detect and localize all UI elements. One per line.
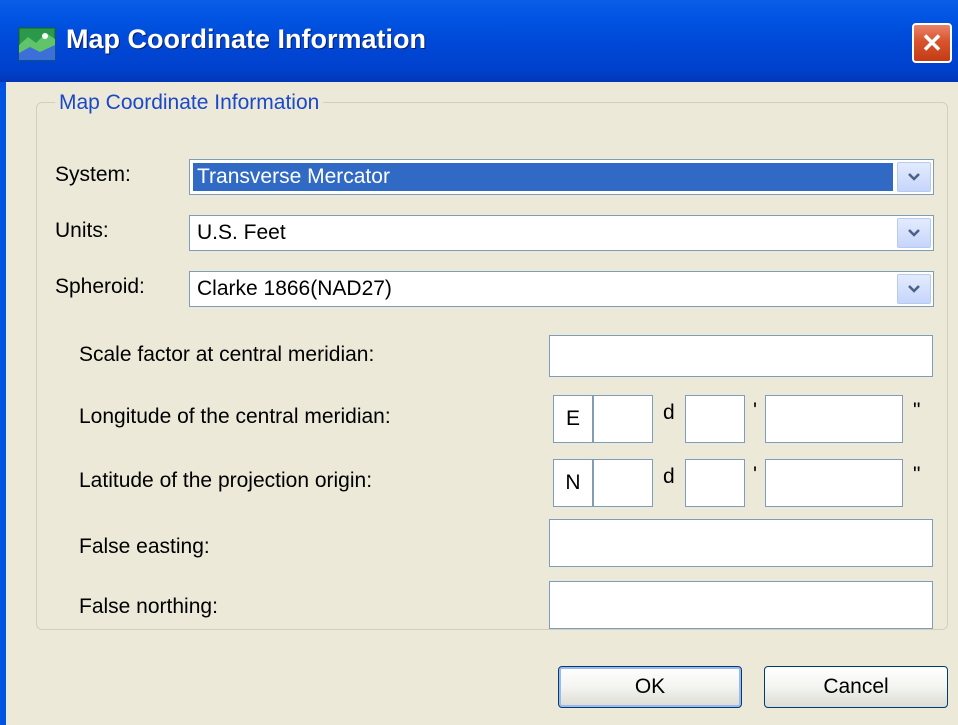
- units-label: Units:: [55, 219, 109, 242]
- close-icon: ✕: [921, 27, 943, 58]
- map-coordinate-group: Map Coordinate Information System: Trans…: [36, 91, 948, 630]
- group-legend: Map Coordinate Information: [55, 91, 324, 115]
- spheroid-label: Spheroid:: [55, 275, 145, 298]
- false-easting-label: False easting:: [79, 535, 210, 558]
- false-easting-input[interactable]: [549, 519, 933, 567]
- longitude-seconds-unit: ": [913, 399, 921, 422]
- window-title: Map Coordinate Information: [66, 24, 426, 54]
- longitude-degrees-unit: d: [663, 401, 675, 424]
- ok-button[interactable]: OK: [558, 666, 742, 708]
- title-bar[interactable]: Map Coordinate Information ✕: [0, 0, 958, 82]
- chevron-down-icon: [908, 285, 920, 293]
- longitude-minutes-unit: ': [753, 399, 758, 422]
- latitude-minutes-input[interactable]: [685, 459, 745, 507]
- window-border-left: [0, 82, 6, 725]
- system-value: Transverse Mercator: [193, 163, 893, 191]
- units-dropdown[interactable]: U.S. Feet: [189, 215, 934, 251]
- latitude-seconds-input[interactable]: [765, 459, 903, 507]
- longitude-degrees-input[interactable]: [593, 395, 653, 443]
- scale-factor-label: Scale factor at central meridian:: [79, 343, 375, 366]
- latitude-hemisphere[interactable]: N: [553, 459, 593, 507]
- latitude-degrees-input[interactable]: [593, 459, 653, 507]
- longitude-minutes-input[interactable]: [685, 395, 745, 443]
- cancel-button[interactable]: Cancel: [764, 666, 948, 708]
- longitude-seconds-input[interactable]: [765, 395, 903, 443]
- latitude-seconds-unit: ": [913, 463, 921, 486]
- false-northing-input[interactable]: [549, 581, 933, 629]
- chevron-down-icon: [908, 229, 920, 237]
- close-button[interactable]: ✕: [912, 23, 952, 63]
- false-northing-label: False northing:: [79, 595, 218, 618]
- dialog-body: Map Coordinate Information System: Trans…: [8, 82, 958, 725]
- system-label: System:: [55, 163, 131, 186]
- spheroid-value: Clarke 1866(NAD27): [197, 277, 392, 300]
- chevron-down-icon: [908, 173, 920, 181]
- units-dropdown-button[interactable]: [897, 218, 931, 248]
- latitude-label: Latitude of the projection origin:: [79, 469, 373, 492]
- units-value: U.S. Feet: [197, 221, 286, 244]
- latitude-minutes-unit: ': [753, 463, 758, 486]
- spheroid-dropdown-button[interactable]: [897, 274, 931, 304]
- spheroid-dropdown[interactable]: Clarke 1866(NAD27): [189, 271, 934, 307]
- system-dropdown-button[interactable]: [897, 162, 931, 192]
- longitude-hemisphere[interactable]: E: [553, 395, 593, 443]
- system-dropdown[interactable]: Transverse Mercator: [189, 159, 934, 195]
- longitude-label: Longitude of the central meridian:: [79, 405, 391, 428]
- latitude-degrees-unit: d: [663, 465, 675, 488]
- scale-factor-input[interactable]: [549, 335, 933, 377]
- map-icon: [18, 27, 56, 61]
